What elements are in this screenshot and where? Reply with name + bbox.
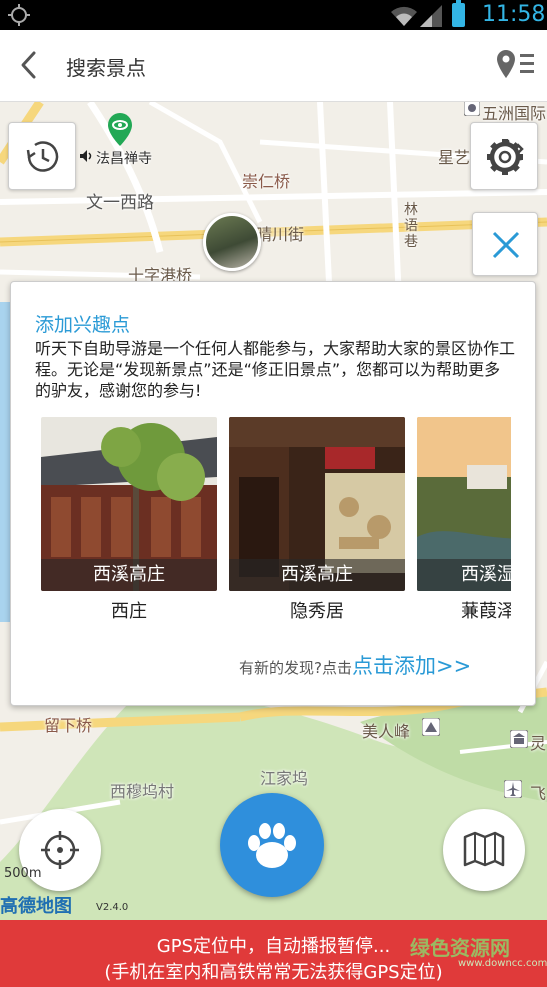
page-title: 搜索景点: [66, 56, 146, 80]
map-label-temple: 法昌禅寺: [96, 151, 152, 167]
folded-map-icon: [463, 831, 505, 867]
map-version: V2.4.0: [96, 902, 129, 913]
add-hint-text: 有新的发现?点击: [239, 659, 352, 677]
gear-icon: [487, 139, 524, 175]
speaker-icon: [80, 150, 92, 162]
close-icon: [492, 231, 520, 259]
paw-icon: [248, 823, 296, 868]
clock: 11:58: [482, 2, 546, 27]
close-card-button[interactable]: [472, 212, 538, 276]
card-description: 听天下自助导游是一个任何人都能参与，大家帮助大家的景区协作工程。无论是“发现新景…: [35, 339, 516, 400]
spot-photo: 西溪高庄: [41, 417, 217, 591]
map-provider-logo: 高德地图: [0, 896, 72, 917]
spot-name: 隐秀居: [290, 601, 344, 622]
spot-overlay-label: 西溪湿: [417, 559, 511, 591]
signal-icon: [420, 5, 442, 27]
card-title: 添加兴趣点: [35, 314, 131, 336]
spot-name: 西庄: [111, 601, 147, 622]
spot-carousel[interactable]: 西溪高庄 西庄 西溪高庄 隐秀居 西溪湿 蒹葭泽: [41, 417, 511, 627]
spot-overlay-label: 西溪高庄: [41, 559, 217, 591]
map-label-meirenfeng: 美人峰: [362, 722, 411, 741]
settings-button[interactable]: [470, 122, 538, 190]
wifi-icon: [391, 6, 417, 27]
map-scale: 500m: [4, 866, 42, 881]
place-poi-icon: [464, 102, 480, 116]
building-poi-icon: [510, 730, 528, 748]
map-label-qingchuan: 晴川街: [256, 225, 305, 244]
back-arrow-icon[interactable]: [14, 48, 48, 82]
spot-card[interactable]: 西溪高庄 隐秀居: [229, 417, 405, 623]
spot-photo: 西溪湿: [417, 417, 511, 591]
spot-card[interactable]: 西溪高庄 西庄: [41, 417, 217, 623]
watermark: 绿色资源网: [410, 936, 510, 960]
battery-icon: [452, 0, 465, 27]
watermark-url: www.downcc.com: [458, 958, 547, 969]
location-target-icon: [8, 4, 30, 26]
map-label-chongren: 崇仁桥: [242, 172, 291, 191]
status-bar: 11:58: [0, 0, 547, 30]
scenic-spot-pin-icon[interactable]: [106, 112, 134, 148]
add-poi-card: 添加兴趣点 听天下自助导游是一个任何人都能参与，大家帮助大家的景区协作工程。无论…: [10, 281, 536, 706]
history-button[interactable]: [8, 122, 76, 190]
add-hint: 有新的发现?点击点击添加>>: [239, 650, 471, 680]
add-poi-link[interactable]: 点击添加>>: [352, 654, 471, 678]
map-label-xingyi: 星艺: [438, 148, 471, 167]
guide-paw-button[interactable]: [220, 793, 324, 897]
map-label-fei: 飞: [530, 784, 547, 803]
spot-card[interactable]: 西溪湿 蒹葭泽: [417, 417, 511, 623]
spot-overlay-label: 西溪高庄: [229, 559, 405, 591]
map-mode-button[interactable]: [443, 809, 525, 891]
map-label-ling: 灵: [530, 734, 547, 753]
airport-poi-icon: [504, 780, 522, 798]
user-avatar-marker[interactable]: [203, 213, 261, 271]
history-icon: [26, 141, 59, 172]
map-label-wuzhou: 五洲国际: [482, 104, 547, 123]
top-bar: 搜索景点: [0, 30, 547, 102]
map-label-jiangjiawu: 江家坞: [260, 769, 309, 788]
map-label-linxiang: 林语巷: [404, 202, 418, 250]
map-label-ximuwu: 西穆坞村: [110, 782, 175, 801]
poi-list-icon[interactable]: [494, 48, 538, 82]
map-label-road: 文一西路: [86, 193, 154, 213]
spot-name: 蒹葭泽: [461, 601, 511, 622]
map-label-liuxia: 留下桥: [44, 716, 93, 735]
mountain-poi-icon: [422, 718, 440, 736]
spot-photo: 西溪高庄: [229, 417, 405, 591]
